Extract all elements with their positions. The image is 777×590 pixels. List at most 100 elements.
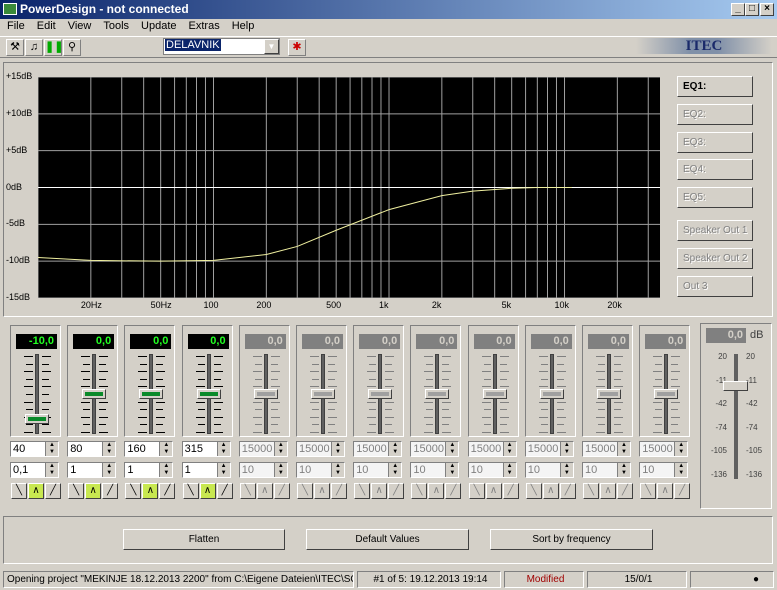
device-icon[interactable]: ♫ (25, 39, 43, 56)
menu-view[interactable]: View (61, 19, 97, 32)
peak-filter-button[interactable]: ∧ (142, 483, 159, 499)
q-input[interactable]: 10 ▲ ▼ (467, 462, 517, 478)
low-shelf-button[interactable]: ╲ (68, 483, 85, 499)
menu-extras[interactable]: Extras (182, 19, 225, 32)
maximize-button[interactable]: □ (745, 3, 759, 16)
high-shelf-button[interactable]: ╱ (102, 483, 119, 499)
high-shelf-button[interactable]: ╱ (445, 483, 462, 499)
gain-slider-knob[interactable] (253, 389, 278, 399)
frequency-input[interactable]: 15000 ▲ ▼ (410, 441, 460, 457)
peak-filter-button[interactable]: ∧ (28, 483, 44, 499)
low-shelf-button[interactable]: ╲ (297, 483, 313, 499)
high-shelf-button[interactable]: ╱ (388, 483, 405, 499)
peak-filter-button[interactable]: ∧ (314, 483, 330, 499)
frequency-input[interactable]: 15000 ▲ ▼ (639, 441, 689, 457)
low-shelf-button[interactable]: ╲ (11, 483, 27, 499)
spinner-icon[interactable]: ▲ ▼ (559, 442, 573, 456)
high-shelf-button[interactable]: ╱ (502, 483, 519, 499)
magnifier-icon[interactable]: ⚲ (63, 39, 81, 56)
low-shelf-button[interactable]: ╲ (640, 483, 657, 499)
low-shelf-button[interactable]: ╲ (525, 483, 542, 499)
connect-icon[interactable]: ✱ (288, 39, 306, 56)
gain-slider-knob[interactable] (368, 389, 393, 399)
q-input[interactable]: 10 ▲ ▼ (524, 462, 574, 478)
high-shelf-button[interactable]: ╱ (216, 483, 233, 499)
flatten-button[interactable]: Flatten (123, 529, 285, 550)
q-input[interactable]: 10 ▲ ▼ (238, 462, 288, 478)
q-input[interactable]: 1 ▲ ▼ (124, 462, 174, 478)
high-shelf-button[interactable]: ╱ (617, 483, 633, 499)
eq-button-2[interactable]: EQ2: (677, 104, 753, 125)
peak-filter-button[interactable]: ∧ (85, 483, 102, 499)
peak-filter-button[interactable]: ∧ (199, 483, 216, 499)
frequency-input[interactable]: 15000 ▲ ▼ (238, 441, 288, 457)
spinner-icon[interactable]: ▲ ▼ (331, 442, 344, 456)
spinner-icon[interactable]: ▲ ▼ (273, 442, 287, 456)
spinner-icon[interactable]: ▲ ▼ (45, 463, 58, 477)
frequency-input[interactable]: 80 ▲ ▼ (67, 441, 117, 457)
menu-edit[interactable]: Edit (30, 19, 61, 32)
eq-button-8[interactable]: Out 3 (677, 276, 753, 297)
q-input[interactable]: 10 ▲ ▼ (582, 462, 631, 478)
spinner-icon[interactable]: ▲ ▼ (273, 463, 287, 477)
spinner-icon[interactable]: ▲ ▼ (159, 442, 173, 456)
gain-slider-knob[interactable] (654, 389, 679, 399)
high-shelf-button[interactable]: ╱ (159, 483, 176, 499)
spinner-icon[interactable]: ▲ ▼ (617, 442, 630, 456)
gain-slider-knob[interactable] (139, 389, 164, 399)
q-input[interactable]: 10 ▲ ▼ (353, 462, 403, 478)
frequency-input[interactable]: 15000 ▲ ▼ (524, 441, 574, 457)
preset-select[interactable]: DELAVNIK ▼ (163, 38, 280, 55)
peak-filter-button[interactable]: ∧ (542, 483, 559, 499)
peak-filter-button[interactable]: ∧ (428, 483, 445, 499)
eq-button-1[interactable]: EQ1: (677, 76, 753, 97)
default-values-button[interactable]: Default Values (306, 529, 469, 550)
spinner-icon[interactable]: ▲ ▼ (159, 463, 173, 477)
high-shelf-button[interactable]: ╱ (674, 483, 691, 499)
master-knob[interactable] (723, 381, 748, 392)
spinner-icon[interactable]: ▲ ▼ (331, 463, 344, 477)
spinner-icon[interactable]: ▲ ▼ (502, 442, 516, 456)
spinner-icon[interactable]: ▲ ▼ (674, 463, 688, 477)
peak-filter-button[interactable]: ∧ (600, 483, 616, 499)
spinner-icon[interactable]: ▲ ▼ (388, 463, 402, 477)
chevron-down-icon[interactable]: ▼ (264, 39, 279, 54)
gain-slider-knob[interactable] (25, 414, 49, 425)
eq-button-4[interactable]: EQ4: (677, 159, 753, 180)
q-input[interactable]: 10 ▲ ▼ (410, 462, 460, 478)
q-input[interactable]: 10 ▲ ▼ (639, 462, 689, 478)
menu-update[interactable]: Update (134, 19, 181, 32)
peak-filter-button[interactable]: ∧ (657, 483, 674, 499)
high-shelf-button[interactable]: ╱ (273, 483, 290, 499)
gain-slider-knob[interactable] (311, 389, 335, 399)
low-shelf-button[interactable]: ╲ (411, 483, 428, 499)
peak-filter-button[interactable]: ∧ (256, 483, 273, 499)
gain-slider-knob[interactable] (196, 389, 221, 399)
spinner-icon[interactable]: ▲ ▼ (45, 442, 58, 456)
eq-button-3[interactable]: EQ3: (677, 132, 753, 153)
eq-button-5[interactable]: EQ5: (677, 187, 753, 208)
high-shelf-button[interactable]: ╱ (331, 483, 347, 499)
eq-button-6[interactable]: Speaker Out 1 (677, 220, 753, 241)
spinner-icon[interactable]: ▲ ▼ (102, 463, 116, 477)
sort-by-frequency-button[interactable]: Sort by frequency (490, 529, 653, 550)
gain-slider-knob[interactable] (539, 389, 564, 399)
frequency-input[interactable]: 15000 ▲ ▼ (582, 441, 631, 457)
spinner-icon[interactable]: ▲ ▼ (102, 442, 116, 456)
close-button[interactable]: × (760, 3, 774, 16)
low-shelf-button[interactable]: ╲ (468, 483, 485, 499)
low-shelf-button[interactable]: ╲ (583, 483, 599, 499)
frequency-input[interactable]: 15000 ▲ ▼ (296, 441, 345, 457)
spinner-icon[interactable]: ▲ ▼ (216, 463, 230, 477)
gain-slider-knob[interactable] (425, 389, 450, 399)
spinner-icon[interactable]: ▲ ▼ (445, 442, 459, 456)
q-input[interactable]: 1 ▲ ▼ (181, 462, 231, 478)
spinner-icon[interactable]: ▲ ▼ (674, 442, 688, 456)
menu-tools[interactable]: Tools (96, 19, 134, 32)
frequency-input[interactable]: 160 ▲ ▼ (124, 441, 174, 457)
spinner-icon[interactable]: ▲ ▼ (388, 442, 402, 456)
q-input[interactable]: 1 ▲ ▼ (67, 462, 117, 478)
peak-filter-button[interactable]: ∧ (371, 483, 388, 499)
q-input[interactable]: 10 ▲ ▼ (296, 462, 345, 478)
spinner-icon[interactable]: ▲ ▼ (502, 463, 516, 477)
